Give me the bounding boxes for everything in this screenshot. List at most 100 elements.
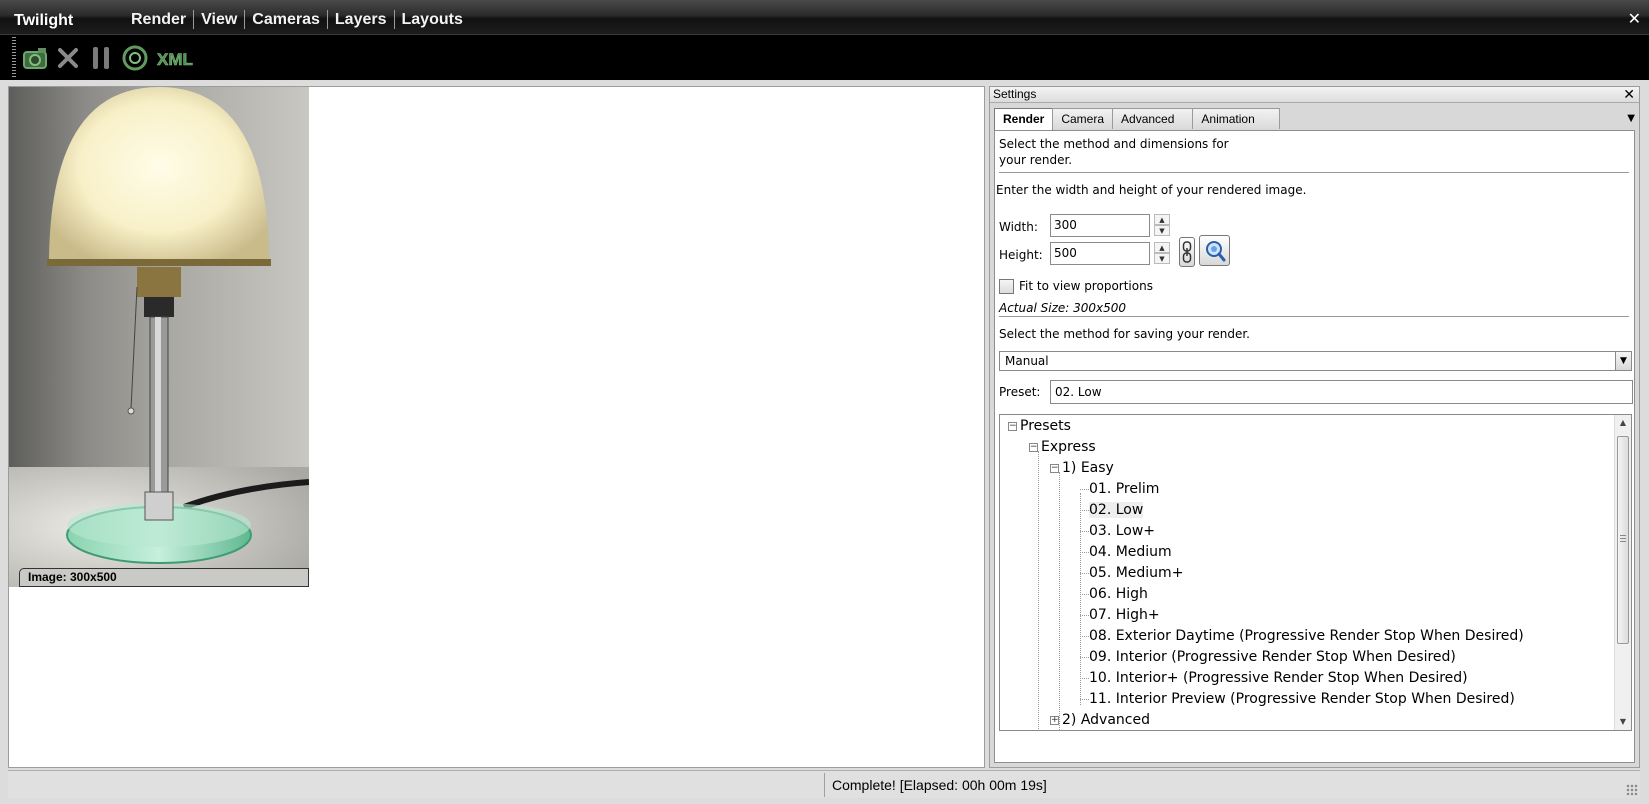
stop-icon (58, 48, 78, 68)
tree-item[interactable]: 11. Interior Preview (Progressive Render… (1089, 689, 1515, 710)
settings-panel: Settings ✕ Render Camera Advanced Animat… (989, 86, 1640, 768)
refresh-button[interactable] (120, 43, 150, 73)
link-proportions-button[interactable] (1179, 237, 1195, 267)
tree-item[interactable]: 03. Low+ (1089, 521, 1155, 542)
collapse-icon[interactable]: − (1050, 463, 1059, 473)
tree-item[interactable]: 01. Prelim (1089, 479, 1159, 500)
refresh-icon (122, 45, 148, 71)
tab-animation[interactable]: Animation (1192, 108, 1280, 129)
divider (999, 316, 1629, 317)
menu-cameras[interactable]: Cameras (245, 10, 328, 29)
spin-down-icon[interactable]: ▼ (1154, 253, 1170, 264)
tree-connector (1080, 594, 1089, 595)
tree-connector (1080, 615, 1089, 616)
toolbar-grip[interactable] (12, 37, 16, 77)
height-spinner[interactable]: ▲ ▼ (1154, 242, 1170, 264)
width-spinner[interactable]: ▲ ▼ (1154, 214, 1170, 236)
export-xml-button[interactable]: XML (155, 43, 195, 73)
tree-node-express[interactable]: − Express (1029, 437, 1096, 458)
tree-item[interactable]: 05. Medium+ (1089, 563, 1183, 584)
tree-item[interactable]: 09. Interior (Progressive Render Stop Wh… (1089, 647, 1456, 668)
status-bar: Complete! [Elapsed: 00h 00m 19s] (8, 770, 1640, 798)
tree-item[interactable]: 06. High (1089, 584, 1148, 605)
xml-icon: XML (157, 50, 193, 70)
pause-button[interactable] (86, 43, 116, 73)
tree-connector (1080, 636, 1089, 637)
window-close-button[interactable]: ✕ (1628, 9, 1641, 28)
fit-to-view-checkbox[interactable] (999, 279, 1014, 294)
settings-close-button[interactable]: ✕ (1623, 87, 1635, 102)
save-instruction: Select the method for saving your render… (999, 327, 1250, 341)
preset-label: Preset: (999, 385, 1041, 399)
tab-advanced[interactable]: Advanced (1112, 108, 1194, 129)
preview-size-button[interactable] (1199, 235, 1230, 266)
stop-button[interactable] (53, 43, 83, 73)
rendered-image: Image: 300x500 (9, 87, 309, 587)
save-method-select[interactable]: Manual ▼ (999, 351, 1632, 371)
chain-link-icon (1182, 241, 1192, 263)
camera-render-icon (23, 48, 47, 69)
tab-list-dropdown-icon[interactable]: ▼ (1627, 113, 1635, 124)
spin-up-icon[interactable]: ▲ (1154, 214, 1170, 225)
tree-connector (1038, 451, 1039, 730)
tree-item[interactable]: 10. Interior+ (Progressive Render Stop W… (1089, 668, 1468, 689)
tab-render[interactable]: Render (994, 108, 1054, 130)
settings-title: Settings (993, 87, 1037, 101)
render-description: Select the method and dimensions for you… (999, 137, 1229, 167)
tree-node-advanced[interactable]: +2) Advanced (1050, 710, 1150, 730)
settings-header: Settings ✕ (990, 87, 1639, 103)
tab-camera[interactable]: Camera (1052, 108, 1114, 129)
menu-layers[interactable]: Layers (328, 10, 395, 29)
status-divider (824, 773, 825, 797)
divider (999, 172, 1629, 173)
tree-connector (1080, 493, 1081, 705)
scroll-up-icon[interactable]: ▲ (1615, 415, 1631, 431)
tree-item[interactable]: 08. Exterior Daytime (Progressive Render… (1089, 626, 1524, 647)
preset-input[interactable]: 02. Low (1050, 380, 1633, 404)
width-input[interactable]: 300 (1050, 214, 1150, 237)
render-tab-content: Select the method and dimensions for you… (994, 130, 1635, 763)
tree-connector (1080, 657, 1089, 658)
tree-item[interactable]: 04. Medium (1089, 542, 1172, 563)
chevron-down-icon[interactable]: ▼ (1615, 352, 1631, 370)
settings-tabs: Render Camera Advanced Animation (994, 108, 1280, 130)
height-label: Height: (999, 248, 1043, 262)
render-button[interactable] (20, 43, 50, 73)
tree-connector (1080, 699, 1089, 700)
menu-render[interactable]: Render (124, 10, 195, 29)
collapse-icon[interactable]: − (1029, 442, 1038, 452)
resize-grip-icon[interactable] (1626, 784, 1638, 796)
tree-connector (1080, 531, 1089, 532)
height-input[interactable]: 500 (1050, 242, 1150, 265)
actual-size-text: Actual Size: 300x500 (999, 301, 1127, 315)
menu-layouts[interactable]: Layouts (395, 10, 470, 29)
menu-view[interactable]: View (194, 10, 246, 29)
scroll-thumb[interactable] (1617, 436, 1629, 644)
tree-connector (1080, 678, 1089, 679)
tree-scrollbar[interactable]: ▲ ▼ (1614, 415, 1631, 730)
spin-up-icon[interactable]: ▲ (1154, 242, 1170, 253)
tree-connector (1080, 489, 1089, 490)
collapse-icon[interactable]: − (1008, 421, 1017, 431)
tree-node-easy[interactable]: −1) Easy (1050, 458, 1114, 479)
lamp-render (9, 87, 309, 587)
scroll-down-icon[interactable]: ▼ (1615, 714, 1631, 730)
tree-connector (1059, 472, 1060, 730)
expand-icon[interactable]: + (1050, 715, 1059, 725)
title-bar: Twilight Render View Cameras Layers Layo… (0, 0, 1649, 34)
image-size-label: Image: 300x500 (19, 568, 309, 587)
toolbar: XML (0, 34, 1649, 80)
spin-down-icon[interactable]: ▼ (1154, 225, 1170, 236)
tree-node-presets[interactable]: − Presets (1008, 416, 1071, 437)
tree-item[interactable]: 07. High+ (1089, 605, 1160, 626)
tree-connector (1080, 573, 1089, 574)
tree-item-selected[interactable]: 02. Low (1089, 500, 1144, 521)
grip-icon (1620, 535, 1626, 543)
app-title: Twilight (14, 12, 74, 29)
pause-icon (93, 47, 109, 69)
width-label: Width: (999, 220, 1038, 234)
fit-to-view-label: Fit to view proportions (1019, 279, 1153, 293)
svg-text:XML: XML (157, 50, 193, 69)
magnifier-icon (1205, 240, 1225, 261)
preset-tree: − Presets − Express −1) Easy 01. Prelim 02… (999, 414, 1632, 731)
